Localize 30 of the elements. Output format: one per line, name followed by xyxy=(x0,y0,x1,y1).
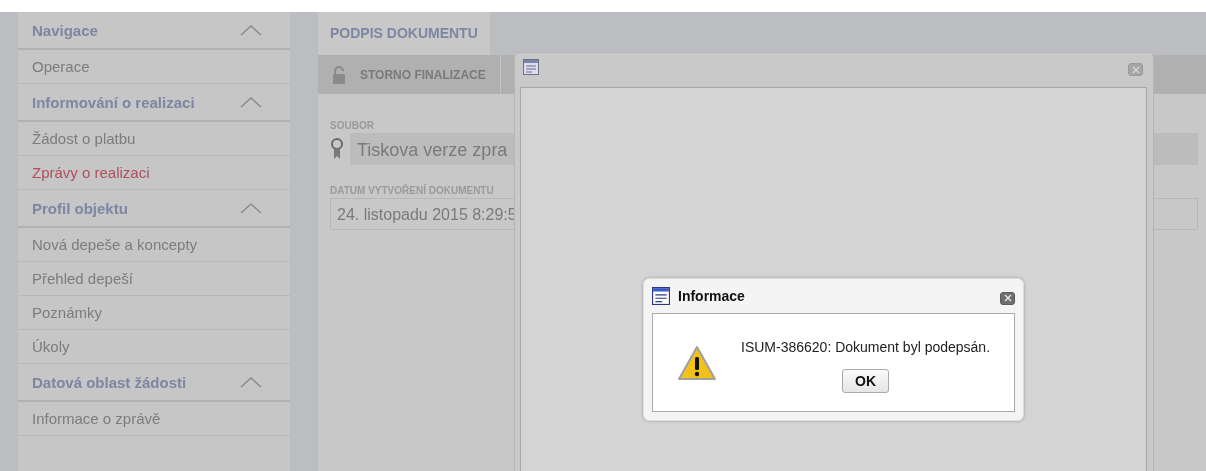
tab[interactable]: PODPIS DOKUMENTU xyxy=(318,12,490,55)
dialog-title: Informace xyxy=(678,288,746,304)
chevron-icon xyxy=(240,96,262,108)
sidebar-item[interactable]: Nová depeše a koncepty xyxy=(18,228,290,262)
window-icon xyxy=(652,287,670,305)
sidebar-item[interactable]: Operace xyxy=(18,50,290,84)
sidebar-item[interactable]: Přehled depeší xyxy=(18,262,290,296)
sidebar-section-header[interactable]: Navigace xyxy=(18,12,290,50)
chevron-icon xyxy=(240,202,262,214)
sidebar-item[interactable]: Úkoly xyxy=(18,330,290,364)
sidebar-item[interactable]: Poznámky xyxy=(18,296,290,330)
section-title: Informování o realizaci xyxy=(32,93,195,111)
sidebar-section-header[interactable]: Informování o realizaci xyxy=(18,84,290,122)
chevron-icon xyxy=(240,24,262,36)
ok-button[interactable]: OK xyxy=(842,368,889,393)
close-button[interactable] xyxy=(1000,291,1015,305)
section-title: Navigace xyxy=(32,21,98,39)
award-ribbon-icon xyxy=(330,138,344,160)
sidebar-item[interactable]: Informace o zprávě xyxy=(18,402,290,436)
section-title: Datová oblast žádosti xyxy=(32,373,187,391)
warning-icon xyxy=(677,344,717,381)
chevron-icon xyxy=(240,376,262,388)
message-text: ISUM-386620: Dokument byl podepsán. xyxy=(741,338,991,355)
sidebar-item[interactable]: Zprávy o realizaci xyxy=(18,156,290,190)
unlock-icon xyxy=(332,65,346,84)
sidebar-section-header[interactable]: Datová oblast žádosti xyxy=(18,364,290,402)
window-icon xyxy=(523,59,539,75)
sidebar-section-header[interactable]: Profil objektu xyxy=(18,190,290,228)
section-title: Profil objektu xyxy=(32,199,128,217)
sidebar-item[interactable]: Žádost o platbu xyxy=(18,122,290,156)
